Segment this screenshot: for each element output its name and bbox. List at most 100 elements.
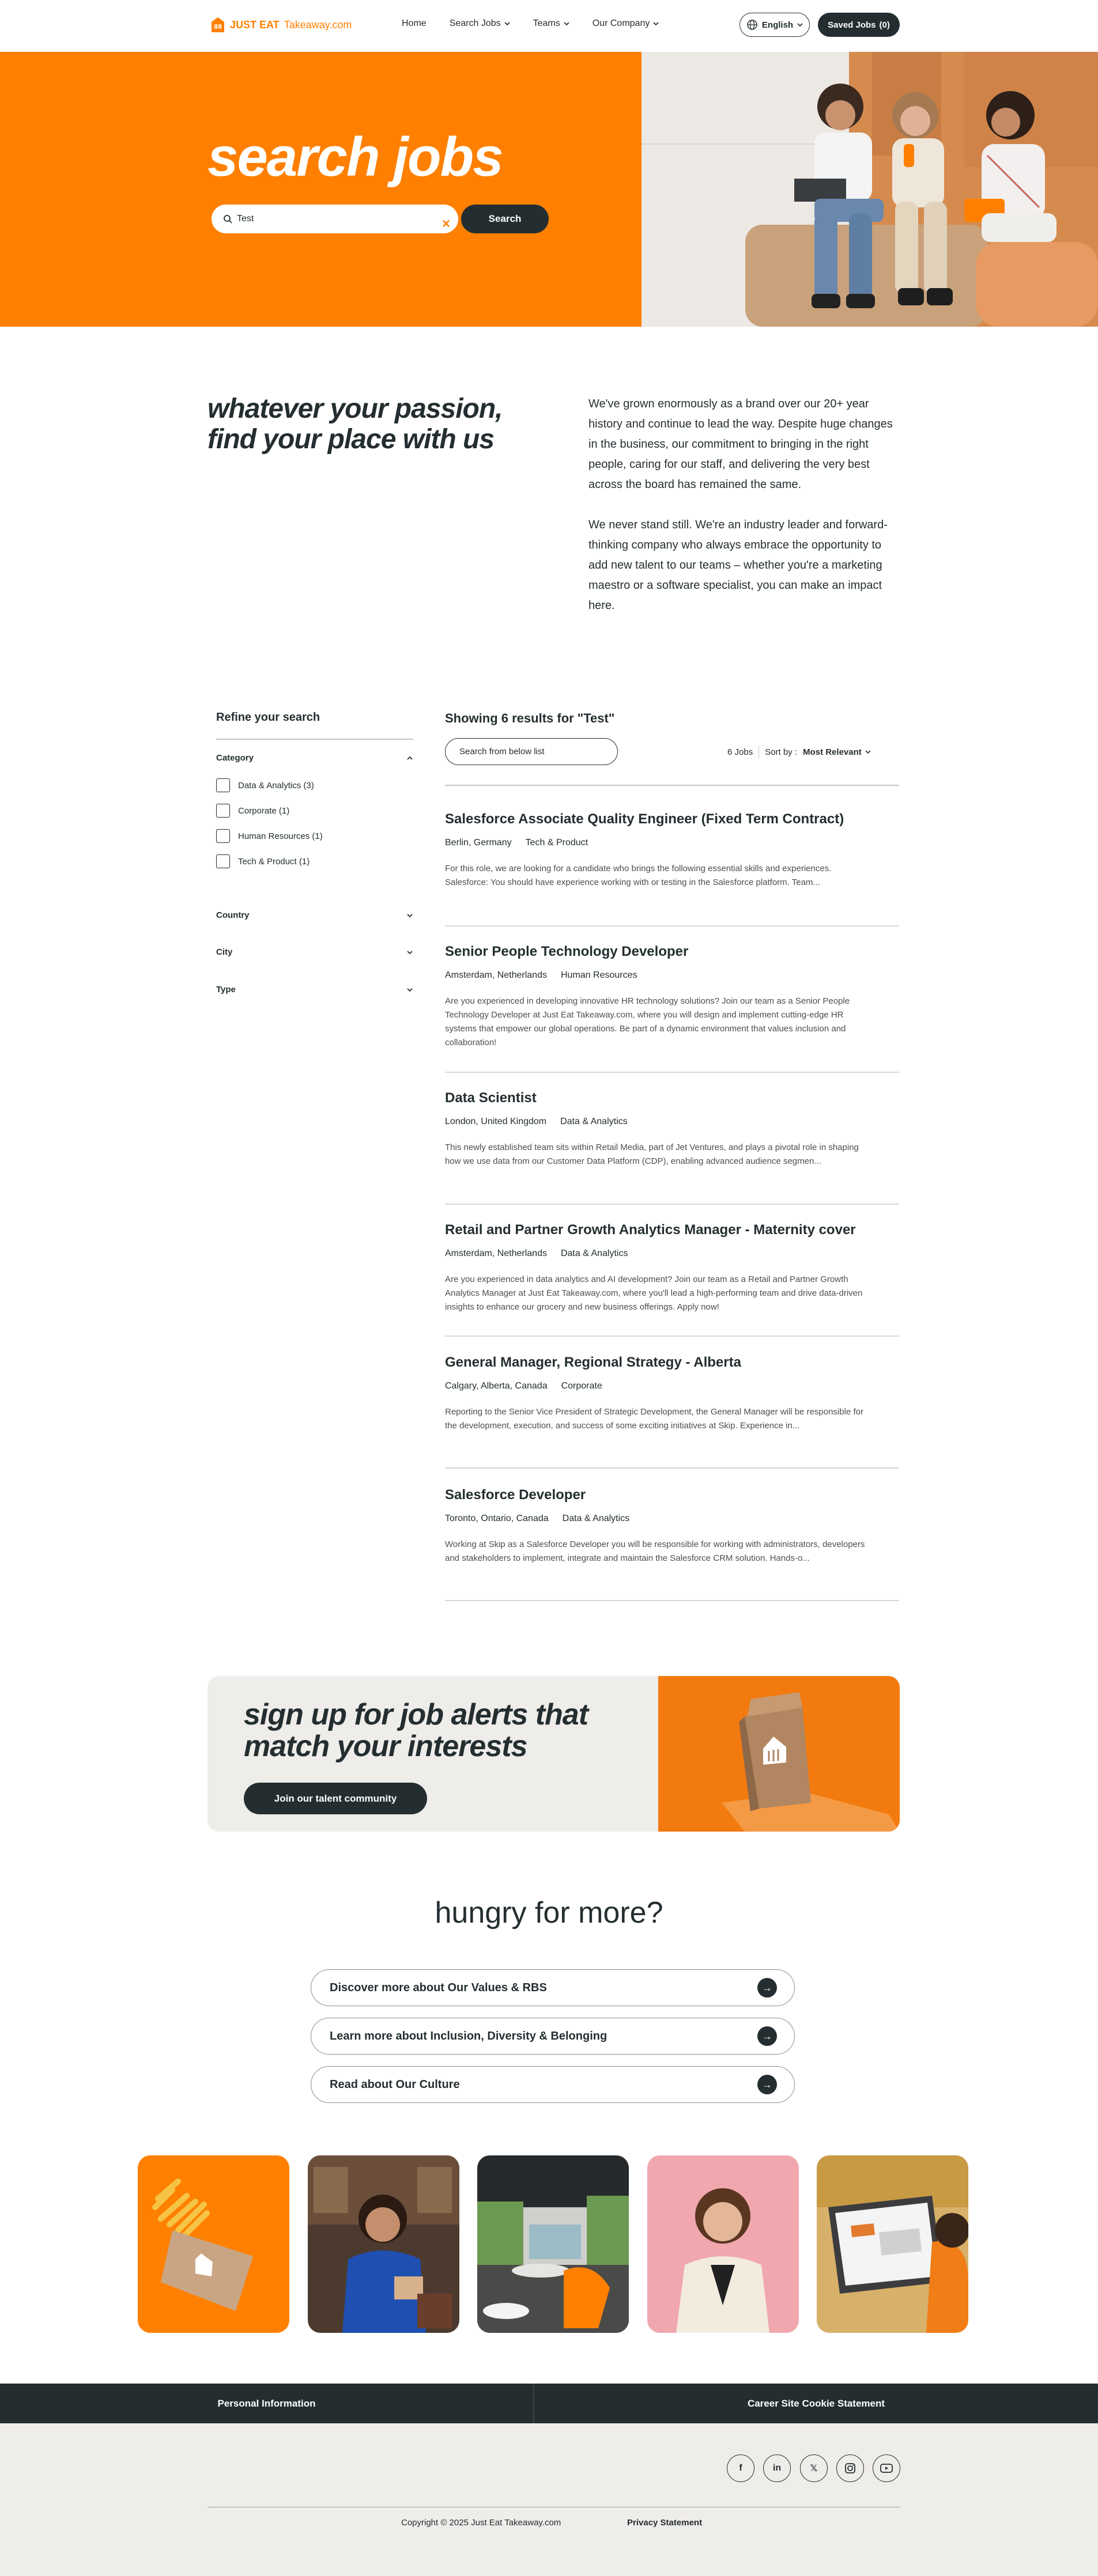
job-category: Data & Analytics [562,1514,630,1523]
job-alerts-title: sign up for job alerts that match your i… [244,1698,588,1763]
personal-information-link[interactable]: Personal Information [0,2384,533,2423]
divider [445,925,899,926]
results-meta: 6 Jobs Sort by : Most Relevant [727,746,871,758]
job-description: Are you experienced in developing innova… [445,996,850,1047]
chevron-down-icon [653,22,659,26]
job-card[interactable]: General Manager, Regional Strategy - Alb… [445,1355,899,1433]
job-description: This newly established team sits within … [445,1143,859,1166]
hero-title: search jobs [207,126,504,188]
brand-name-light: Takeaway.com [284,18,352,31]
job-title-link[interactable]: Data Scientist [445,1090,899,1106]
job-category: Human Resources [560,970,637,980]
checkbox[interactable] [216,854,230,868]
job-title-link[interactable]: General Manager, Regional Strategy - Alb… [445,1355,899,1371]
job-title-link[interactable]: Salesforce Associate Quality Engineer (F… [445,811,899,827]
hero-team-photo [642,52,1098,327]
saved-jobs-label: Saved Jobs [828,20,876,30]
job-title-link[interactable]: Senior People Technology Developer [445,944,899,960]
site-header: JUST EAT Takeaway.com Home Search Jobs T… [0,0,1098,52]
clear-search-icon[interactable]: × [442,217,450,231]
intro-paragraph: We never stand still. We're an industry … [588,519,888,612]
job-category: Data & Analytics [560,1249,628,1258]
results-count: 6 Jobs [727,747,753,757]
nav-our-company[interactable]: Our Company [593,18,659,29]
divider [445,1072,899,1073]
inclusion-link-button[interactable]: Learn more about Inclusion, Diversity & … [311,2018,795,2055]
culture-link-button[interactable]: Read about Our Culture → [311,2066,795,2103]
chevron-down-icon [797,23,803,27]
x-icon[interactable]: 𝕏 [800,2454,828,2482]
job-description: For this role, we are looking for a cand… [445,864,832,887]
join-talent-community-button[interactable]: Join our talent community [244,1783,427,1814]
hero-banner: search jobs Test × Search [0,52,1098,327]
arrow-right-icon: → [757,2075,777,2094]
nav-teams[interactable]: Teams [533,18,569,29]
instagram-icon[interactable] [836,2454,864,2482]
filter-city-toggle[interactable]: City [216,947,413,957]
divider [445,1204,899,1205]
job-card[interactable]: Retail and Partner Growth Analytics Mana… [445,1222,899,1314]
results-filter-input[interactable]: Search from below list [445,738,618,765]
filter-option-human-resources[interactable]: Human Resources (1) [216,829,323,843]
site-footer [0,2423,1098,2576]
job-title-link[interactable]: Salesforce Developer [445,1487,899,1503]
job-location: Toronto, Ontario, Canada [445,1514,549,1523]
intro-body: We've grown enormously as a brand over o… [588,394,900,616]
link-label: Learn more about Inclusion, Diversity & … [330,2029,608,2042]
refine-search-title: Refine your search [216,711,320,724]
search-button[interactable]: Search [461,205,549,233]
sort-value: Most Relevant [803,747,862,757]
youtube-icon[interactable] [873,2454,900,2482]
job-description: Reporting to the Senior Vice President o… [445,1407,863,1431]
job-search-input[interactable]: Test × [212,205,458,233]
nav-home[interactable]: Home [402,18,427,29]
job-description: Are you experienced in data analytics an… [445,1274,863,1312]
saved-jobs-button[interactable]: Saved Jobs (0) [818,13,900,37]
filter-category-label: Category [216,753,254,763]
values-link-button[interactable]: Discover more about Our Values & RBS → [311,1969,795,2006]
globe-icon [747,20,757,30]
filter-option-data-analytics[interactable]: Data & Analytics (3) [216,778,314,792]
linkedin-icon[interactable]: in [763,2454,791,2482]
job-category: Tech & Product [525,838,588,848]
search-icon [224,215,232,224]
checkbox[interactable] [216,778,230,792]
filter-country-label: Country [216,910,250,920]
filter-option-label: Tech & Product (1) [238,856,310,867]
nav-search-jobs[interactable]: Search Jobs [450,18,510,29]
checkbox[interactable] [216,804,230,818]
divider [445,1467,899,1469]
saved-jobs-count: (0) [879,20,890,30]
job-title-link[interactable]: Retail and Partner Growth Analytics Mana… [445,1222,899,1238]
filter-option-tech-product[interactable]: Tech & Product (1) [216,854,310,868]
job-card[interactable]: Data Scientist London, United Kingdom Dat… [445,1090,899,1168]
search-input-value: Test [237,214,254,224]
privacy-statement-link[interactable]: Privacy Statement [627,2518,702,2528]
chevron-down-icon [504,22,510,26]
filter-type-toggle[interactable]: Type [216,985,413,994]
cookie-statement-link[interactable]: Career Site Cookie Statement [534,2384,1098,2423]
fries-image-tile [138,2155,289,2333]
chevron-up-icon [407,756,413,760]
job-card[interactable]: Salesforce Associate Quality Engineer (F… [445,811,899,890]
facebook-icon[interactable]: f [727,2454,754,2482]
filter-option-label: Data & Analytics (3) [238,780,314,790]
nav-our-company-label: Our Company [592,18,650,28]
nav-teams-label: Teams [533,18,560,28]
filter-country-toggle[interactable]: Country [216,910,413,920]
results-filter-placeholder: Search from below list [459,747,545,756]
link-label: Discover more about Our Values & RBS [330,1981,547,1994]
language-selector[interactable]: English [739,13,810,37]
job-card[interactable]: Salesforce Developer Toronto, Ontario, C… [445,1487,899,1565]
filter-city-label: City [216,947,233,957]
filter-category-toggle[interactable]: Category [216,753,413,763]
checkbox[interactable] [216,829,230,843]
sort-dropdown[interactable]: Most Relevant [803,747,871,757]
filter-type-label: Type [216,985,236,994]
food-bag-image [658,1676,900,1832]
job-card[interactable]: Senior People Technology Developer Amste… [445,944,899,1050]
link-label: Read about Our Culture [330,2078,460,2091]
brand-logo[interactable]: JUST EAT Takeaway.com [210,16,352,33]
filter-option-corporate[interactable]: Corporate (1) [216,804,289,818]
laptop-photo-tile [817,2155,968,2333]
